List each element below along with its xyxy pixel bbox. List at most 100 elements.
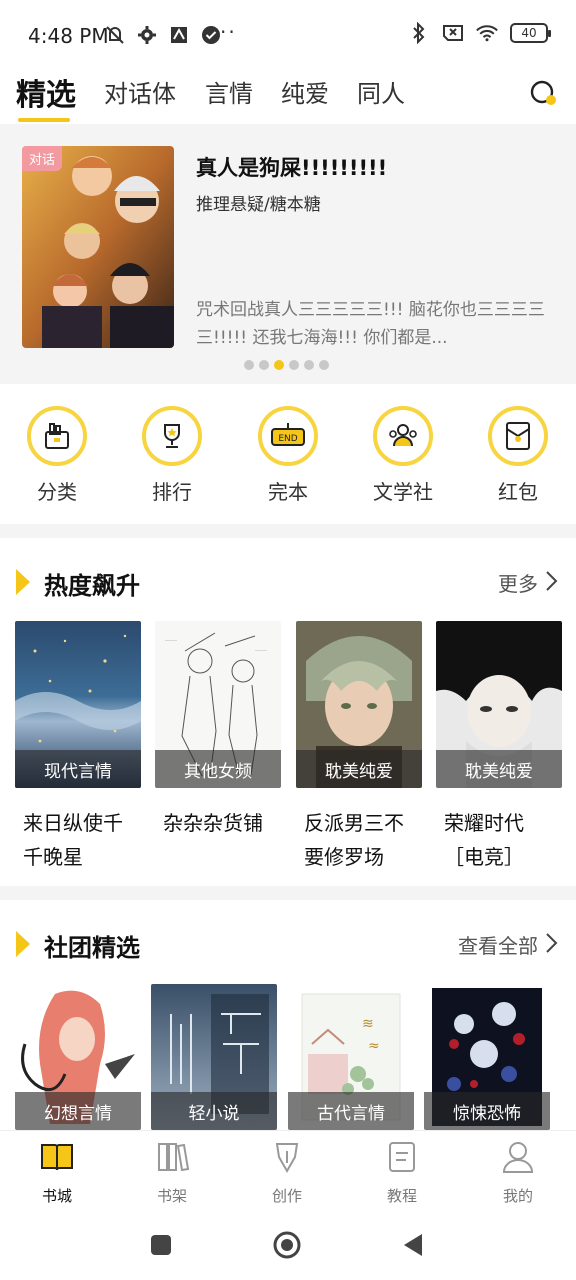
banner-pagination [244,360,329,370]
book-category-label: 其他女频 [155,750,281,788]
book-cover[interactable]: 轻小说 [151,984,277,1130]
page-dot [304,360,314,370]
section-marker [16,569,30,595]
page-dot-active [274,360,284,370]
nav-bookshelf[interactable]: 书架 [132,1139,212,1206]
book-title[interactable]: 荣耀时代［电竞］ [436,806,562,874]
chevron-right-icon[interactable] [544,570,560,592]
book-title[interactable]: 反派男三不要修罗场 [296,806,422,874]
system-navigation-bar [0,1212,576,1280]
page-dot [244,360,254,370]
status-bar: 4:48 PM ·· 40 [0,0,576,70]
book-card[interactable]: 耽美纯爱 荣耀时代［电竞］ [436,621,562,874]
no-sim-icon [442,22,464,44]
app-notification-icon [168,24,190,46]
view-all-link[interactable]: 查看全部 [458,930,538,959]
book-category-label: 耽美纯爱 [296,750,422,788]
category-bag-icon [27,406,87,466]
book-category-label: 耽美纯爱 [436,750,562,788]
home-icon[interactable] [272,1230,302,1260]
divider [0,524,576,538]
svg-text:≋: ≋ [362,1016,374,1032]
section-marker [16,931,30,957]
document-icon [389,1142,415,1172]
club-section-header: 社团精选 查看全部 [0,924,576,964]
book-category-label: 现代言情 [15,750,141,788]
tab-featured[interactable]: 精选 [16,70,76,114]
banner-cover-image[interactable]: 对话 [22,146,174,348]
page-dot [319,360,329,370]
book-category-label: 惊悚恐怖 [424,1092,550,1130]
banner-subtitle: 推理悬疑/糖本糖 [196,195,321,215]
nav-tutorial[interactable]: 教程 [362,1139,442,1206]
club-book-card[interactable]: 惊悚恐怖 [424,984,550,1130]
book-title[interactable]: 来日纵使千千晚星 [15,806,141,874]
bluetooth-icon [408,22,430,44]
quick-entry-ranking[interactable]: 排行 [127,406,217,505]
book-cover[interactable]: 耽美纯爱 [296,621,422,788]
book-cover[interactable]: 惊悚恐怖 [424,984,550,1130]
page-dot [259,360,269,370]
person-icon [502,1142,534,1173]
nav-bookstore[interactable]: 书城 [17,1139,97,1206]
bottom-navigation: 书城 书架 创作 教程 我的 [0,1130,576,1212]
book-cover[interactable]: 幻想言情 [15,984,141,1130]
svg-text:……: …… [255,646,267,653]
nav-create[interactable]: 创作 [247,1139,327,1206]
section-title: 热度飙升 [44,572,140,600]
book-category-label: 轻小说 [151,1092,277,1130]
nav-profile[interactable]: 我的 [478,1139,558,1206]
book-cover[interactable]: ≋ ≈ 古代言情 [288,984,414,1130]
wifi-icon [476,22,498,44]
tab-romance[interactable]: 言情 [205,74,253,109]
chevron-right-icon[interactable] [544,932,560,954]
bookshelf-icon [158,1143,190,1172]
tab-pure-love[interactable]: 纯爱 [281,74,329,109]
book-cover[interactable]: 现代言情 [15,621,141,788]
end-sign-icon: END [258,406,318,466]
svg-text:≈: ≈ [368,1038,380,1054]
search-icon[interactable] [526,76,560,110]
page-dot [289,360,299,370]
club-book-card[interactable]: 轻小说 [151,984,277,1130]
active-tab-indicator [18,118,70,122]
book-card[interactable]: 耽美纯爱 反派男三不要修罗场 [296,621,422,874]
tab-fan-fiction[interactable]: 同人 [357,74,405,109]
battery-indicator: 40 [510,23,551,43]
club-book-card[interactable]: ≋ ≈ 古代言情 [288,984,414,1130]
hot-section-header: 热度飙升 更多 [0,562,576,602]
banner-title[interactable]: 真人是狗屎!!!!!!!!! [196,152,387,182]
category-tabs: 精选 对话体 言情 纯爱 同人 [0,68,576,124]
trophy-icon [142,406,202,466]
book-category-label: 幻想言情 [15,1092,141,1130]
check-badge-icon [200,24,222,46]
book-card[interactable]: …… …… 其他女频 杂杂杂货铺 [155,621,281,840]
book-card[interactable]: 现代言情 来日纵使千千晚星 [15,621,141,874]
quick-entry-category[interactable]: 分类 [12,406,102,505]
book-category-label: 古代言情 [288,1092,414,1130]
status-time: 4:48 PM [28,24,109,48]
book-cover[interactable]: 耽美纯爱 [436,621,562,788]
section-title: 社团精选 [44,934,140,962]
tab-dialogue[interactable]: 对话体 [104,74,176,109]
red-envelope-icon [488,406,548,466]
book-cover[interactable]: …… …… 其他女频 [155,621,281,788]
pen-icon [275,1143,299,1174]
mute-icon [104,24,126,46]
featured-banner[interactable]: 对话 真人是狗屎!!!!!!!!! 推理悬疑/糖本糖 咒术回战真人三三三三三!!… [0,124,576,384]
recent-apps-icon[interactable] [150,1234,172,1256]
back-icon[interactable] [402,1232,424,1258]
quick-entry-literary-club[interactable]: 文学社 [358,406,448,505]
club-book-card[interactable]: 幻想言情 [15,984,141,1130]
banner-description: 咒术回战真人三三三三三!!! 脑花你也三三三三三!!!!! 还我七海海!!! 你… [196,300,545,348]
book-title[interactable]: 杂杂杂货铺 [155,806,281,840]
more-link[interactable]: 更多 [498,568,538,597]
gear-icon [136,24,158,46]
quick-entry-completed[interactable]: END 完本 [243,406,333,505]
divider [0,886,576,900]
svg-text:END: END [278,434,297,444]
more-notifications-icon: ·· [220,20,237,44]
book-open-icon [41,1144,73,1171]
svg-text:……: …… [165,636,177,643]
quick-entry-red-envelope[interactable]: 红包 [473,406,563,505]
